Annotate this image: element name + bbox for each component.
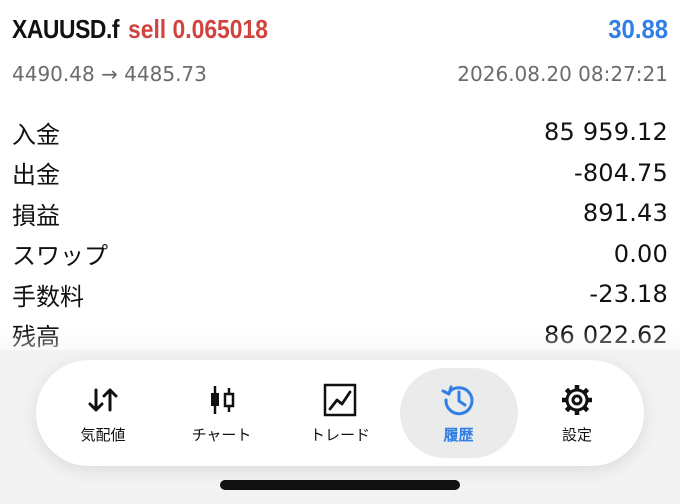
history-icon (441, 382, 477, 418)
tab-bar: 気配値 チャート トレード 履歴 設定 (36, 360, 644, 466)
gear-icon (559, 382, 595, 418)
summary-value: 891.43 (582, 199, 668, 228)
summary-row-withdrawal: 出金 -804.75 (12, 153, 668, 194)
tab-label: 履歴 (443, 425, 474, 444)
summary-label: スワップ (12, 242, 108, 271)
trade-header: XAUUSD.f sell 0.065018 30.88 (12, 14, 668, 50)
summary-row-commission: 手数料 -23.18 (12, 274, 668, 315)
tab-trade[interactable]: トレード (281, 368, 399, 458)
summary-label: 出金 (12, 161, 60, 190)
summary-row-deposit: 入金 85 959.12 (12, 112, 668, 153)
tab-history[interactable]: 履歴 (399, 368, 518, 458)
summary-value: -23.18 (589, 280, 668, 309)
summary-value: -804.75 (573, 158, 668, 187)
summary-label: 入金 (12, 120, 60, 149)
symbol-label: XAUUSD.f (12, 14, 120, 44)
tab-label: トレード (309, 425, 370, 444)
summary-label: 損益 (12, 201, 60, 230)
tab-label: 設定 (561, 425, 592, 444)
price-range: 4490.48 → 4485.73 (12, 62, 207, 86)
profit-value: 30.88 (608, 14, 668, 44)
quotes-icon (85, 382, 121, 418)
tab-settings[interactable]: 設定 (518, 368, 636, 458)
trade-title: XAUUSD.f sell 0.065018 (12, 14, 287, 45)
summary-row-swap: スワップ 0.00 (12, 234, 668, 275)
trade-chart-icon (322, 382, 358, 418)
tab-label: チャート (191, 425, 252, 444)
trade-timestamp: 2026.08.20 08:27:21 (457, 62, 668, 86)
home-indicator[interactable] (220, 480, 460, 490)
summary-row-profit: 損益 891.43 (12, 193, 668, 234)
tab-label: 気配値 (80, 425, 126, 444)
trade-details: 4490.48 → 4485.73 2026.08.20 08:27:21 (12, 60, 668, 88)
tab-quotes[interactable]: 気配値 (44, 368, 162, 458)
summary-value: 85 959.12 (544, 118, 668, 147)
summary-value: 0.00 (613, 239, 668, 268)
summary-label: 手数料 (12, 282, 84, 311)
tab-chart[interactable]: チャート (163, 368, 281, 458)
balance-summary: 入金 85 959.12 出金 -804.75 損益 891.43 スワップ 0… (12, 112, 668, 355)
trade-side-label: sell 0.065018 (127, 14, 268, 44)
candlestick-icon (204, 382, 240, 418)
